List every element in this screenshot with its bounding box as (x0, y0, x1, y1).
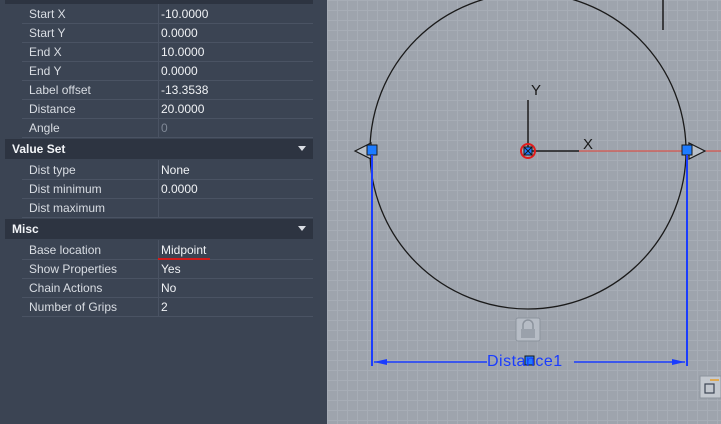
prop-value-text: -13.3538 (161, 83, 209, 97)
prop-label: Base location (29, 243, 102, 257)
prop-value: 0 (158, 118, 313, 137)
prop-label: Label offset (29, 83, 91, 97)
prop-value-text: 10.0000 (161, 45, 205, 59)
prop-label: End X (29, 45, 62, 59)
prop-value[interactable]: 0.0000 (158, 61, 313, 80)
prop-row-base-location[interactable]: Base location Midpoint (22, 240, 313, 260)
ucs-y-label: Y (531, 82, 542, 99)
section-title: Misc (12, 222, 39, 236)
prop-value-text: Yes (161, 262, 181, 276)
prop-value[interactable]: 2 (158, 297, 313, 316)
prop-value[interactable] (158, 198, 313, 217)
prop-value-text: -10.0000 (161, 7, 209, 21)
prop-row-label-offset[interactable]: Label offset -13.3538 (22, 80, 313, 100)
prop-value[interactable]: No (158, 278, 313, 297)
prop-row-end-x[interactable]: End X 10.0000 (22, 42, 313, 62)
dimension-arrow-left (374, 359, 387, 365)
properties-panel: Start X -10.0000 Start Y 0.0000 End X 10… (0, 0, 327, 424)
prop-value[interactable]: 10.0000 (158, 42, 313, 61)
prop-value-text: No (161, 281, 177, 295)
collapse-arrow-icon[interactable] (298, 226, 306, 231)
prop-value-text: 0.0000 (161, 26, 198, 40)
collapse-arrow-icon[interactable] (298, 146, 306, 151)
prop-row-angle[interactable]: Angle 0 (22, 118, 313, 138)
prop-label: Dist type (29, 163, 76, 177)
section-header-value-set[interactable]: Value Set (5, 139, 313, 159)
left-grip[interactable] (366, 144, 378, 156)
right-grip[interactable] (681, 144, 693, 156)
prop-row-start-y[interactable]: Start Y 0.0000 (22, 23, 313, 43)
prop-value[interactable]: 0.0000 (158, 23, 313, 42)
prop-value[interactable]: Midpoint (158, 240, 313, 259)
prop-label: End Y (29, 64, 62, 78)
section-title: Value Set (12, 142, 66, 156)
prop-value-text: Midpoint (161, 243, 207, 257)
section-header-misc[interactable]: Misc (5, 219, 313, 239)
prop-row-number-of-grips[interactable]: Number of Grips 2 (22, 297, 313, 317)
prop-row-start-x[interactable]: Start X -10.0000 (22, 4, 313, 24)
prop-value-text: None (161, 163, 190, 177)
prop-label: Start X (29, 7, 66, 21)
dimension-label[interactable]: Distance1 (487, 353, 563, 371)
prop-row-distance[interactable]: Distance 20.0000 (22, 99, 313, 119)
prop-value[interactable]: -13.3538 (158, 80, 313, 99)
prop-label: Dist maximum (29, 201, 106, 215)
dimension-arrow-right (672, 359, 685, 365)
prop-value[interactable]: Yes (158, 259, 313, 278)
prop-label: Angle (29, 121, 60, 135)
prop-value-text: 0.0000 (161, 182, 198, 196)
prop-value[interactable]: None (158, 160, 313, 179)
prop-value-text: 2 (161, 300, 168, 314)
prop-label: Start Y (29, 26, 66, 40)
prop-label: Distance (29, 102, 76, 116)
prop-row-dist-type[interactable]: Dist type None (22, 160, 313, 180)
prop-value[interactable]: -10.0000 (158, 4, 313, 23)
prop-row-dist-maximum[interactable]: Dist maximum (22, 198, 313, 218)
ucs-x-label: X (583, 136, 594, 153)
prop-row-dist-minimum[interactable]: Dist minimum 0.0000 (22, 179, 313, 199)
prop-value-text: 20.0000 (161, 102, 205, 116)
prop-value[interactable]: 20.0000 (158, 99, 313, 118)
prop-value-text: 0 (161, 121, 168, 135)
prop-row-end-y[interactable]: End Y 0.0000 (22, 61, 313, 81)
prop-label: Show Properties (29, 262, 118, 276)
drawing-canvas[interactable]: Distance1 Y X (327, 0, 721, 424)
prop-value-text: 0.0000 (161, 64, 198, 78)
red-annotation-underline (158, 258, 210, 260)
prop-label: Dist minimum (29, 182, 102, 196)
lock-icon-body (521, 329, 535, 338)
prop-row-show-properties[interactable]: Show Properties Yes (22, 259, 313, 279)
prop-label: Number of Grips (29, 300, 118, 314)
prop-value[interactable]: 0.0000 (158, 179, 313, 198)
prop-row-chain-actions[interactable]: Chain Actions No (22, 278, 313, 298)
prop-label: Chain Actions (29, 281, 103, 295)
